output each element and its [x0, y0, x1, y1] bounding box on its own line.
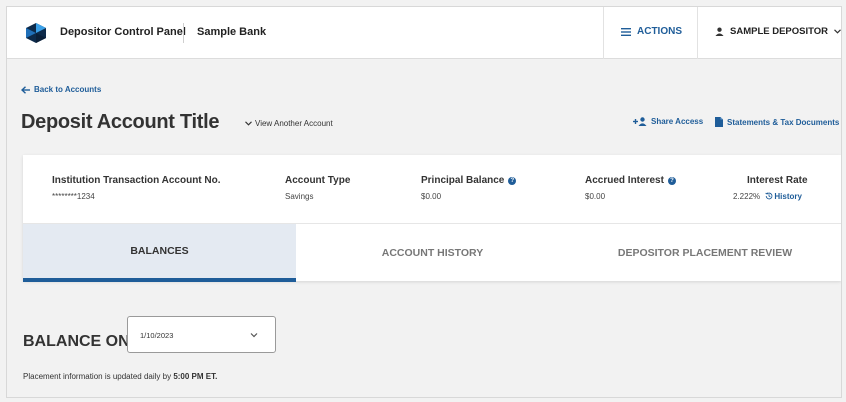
accrued-interest-value: $0.00	[585, 192, 606, 201]
principal-balance-label: Principal Balance	[421, 175, 505, 186]
view-another-account-dropdown[interactable]: View Another Account	[245, 119, 333, 128]
account-summary-row: Institution Transaction Account No. ****…	[23, 155, 841, 223]
tab-depositor-placement-review-label: DEPOSITOR PLACEMENT REVIEW	[617, 247, 793, 259]
interest-rate-column: Interest Rate 2.222% History	[733, 175, 808, 201]
account-type-column: Account Type Savings	[285, 175, 350, 201]
tab-depositor-placement-review[interactable]: DEPOSITOR PLACEMENT REVIEW	[569, 224, 841, 282]
history-icon	[765, 192, 773, 200]
share-access-label: Share Access	[651, 117, 704, 126]
interest-rate-label: Interest Rate	[747, 175, 808, 186]
interest-history-link[interactable]: History	[762, 192, 802, 201]
balance-date-value: 1/10/2023	[140, 331, 174, 340]
account-number-value: ********1234	[52, 192, 95, 201]
accrued-interest-heading: Accrued Interest ?	[585, 175, 676, 186]
tab-account-history-label: ACCOUNT HISTORY	[381, 247, 484, 259]
menu-icon	[621, 27, 631, 36]
top-navigation-bar: Depositor Control Panel Sample Bank ACTI…	[7, 7, 841, 59]
placement-note-time: 5:00 PM ET.	[173, 372, 218, 381]
page-title: Deposit Account Title	[21, 111, 220, 133]
back-label: Back to Accounts	[34, 85, 102, 94]
placement-note-text: Placement information is updated daily b…	[23, 372, 174, 381]
header-separator	[603, 7, 604, 59]
back-to-accounts-link[interactable]: Back to Accounts	[21, 85, 101, 94]
tab-balances[interactable]: BALANCES	[23, 224, 296, 282]
statements-label: Statements & Tax Documents	[727, 117, 840, 127]
add-person-icon	[633, 117, 647, 126]
account-number-column: Institution Transaction Account No. ****…	[52, 175, 221, 201]
user-menu-button[interactable]: SAMPLE DEPOSITOR	[715, 26, 841, 37]
chevron-down-icon	[250, 333, 258, 338]
placement-update-note: Placement information is updated daily b…	[23, 372, 217, 381]
user-label: SAMPLE DEPOSITOR	[730, 26, 829, 37]
principal-balance-heading: Principal Balance ?	[421, 175, 517, 186]
account-type-label: Account Type	[285, 175, 351, 186]
arrow-left-icon	[21, 85, 30, 94]
document-icon	[715, 117, 723, 127]
statements-tax-documents-button[interactable]: Statements & Tax Documents	[715, 117, 839, 127]
account-summary-card: Institution Transaction Account No. ****…	[23, 155, 841, 282]
share-access-button[interactable]: Share Access	[633, 117, 703, 126]
history-label: History	[774, 192, 802, 201]
chevron-down-icon	[834, 29, 841, 34]
app-window: Depositor Control Panel Sample Bank ACTI…	[6, 6, 842, 398]
balance-on-label: BALANCE ON	[23, 333, 130, 350]
person-icon	[715, 27, 724, 36]
header-separator	[697, 7, 698, 59]
header-divider	[183, 23, 184, 43]
tab-account-history[interactable]: ACCOUNT HISTORY	[296, 224, 569, 282]
info-icon[interactable]: ?	[667, 176, 676, 185]
account-number-label: Institution Transaction Account No.	[52, 175, 221, 186]
actions-button[interactable]: ACTIONS	[621, 26, 682, 37]
principal-balance-value: $0.00	[421, 192, 442, 201]
app-title: Depositor Control Panel	[60, 26, 186, 38]
account-tabs: BALANCES ACCOUNT HISTORY DEPOSITOR PLACE…	[23, 223, 841, 282]
accrued-interest-column: Accrued Interest ? $0.00	[585, 175, 676, 201]
principal-balance-column: Principal Balance ? $0.00	[421, 175, 517, 201]
tab-balances-label: BALANCES	[130, 245, 189, 257]
chevron-down-icon	[245, 121, 252, 126]
bank-logo-icon[interactable]	[25, 22, 47, 44]
balance-date-select[interactable]: 1/10/2023	[127, 316, 276, 353]
interest-rate-value-row: 2.222% History	[733, 192, 808, 201]
interest-rate-value: 2.222%	[733, 192, 761, 201]
actions-label: ACTIONS	[637, 26, 682, 37]
bank-name: Sample Bank	[197, 26, 267, 38]
view-another-label: View Another Account	[255, 119, 333, 128]
accrued-interest-label: Accrued Interest	[585, 175, 664, 186]
account-type-value: Savings	[285, 192, 314, 201]
info-icon[interactable]: ?	[508, 176, 517, 185]
